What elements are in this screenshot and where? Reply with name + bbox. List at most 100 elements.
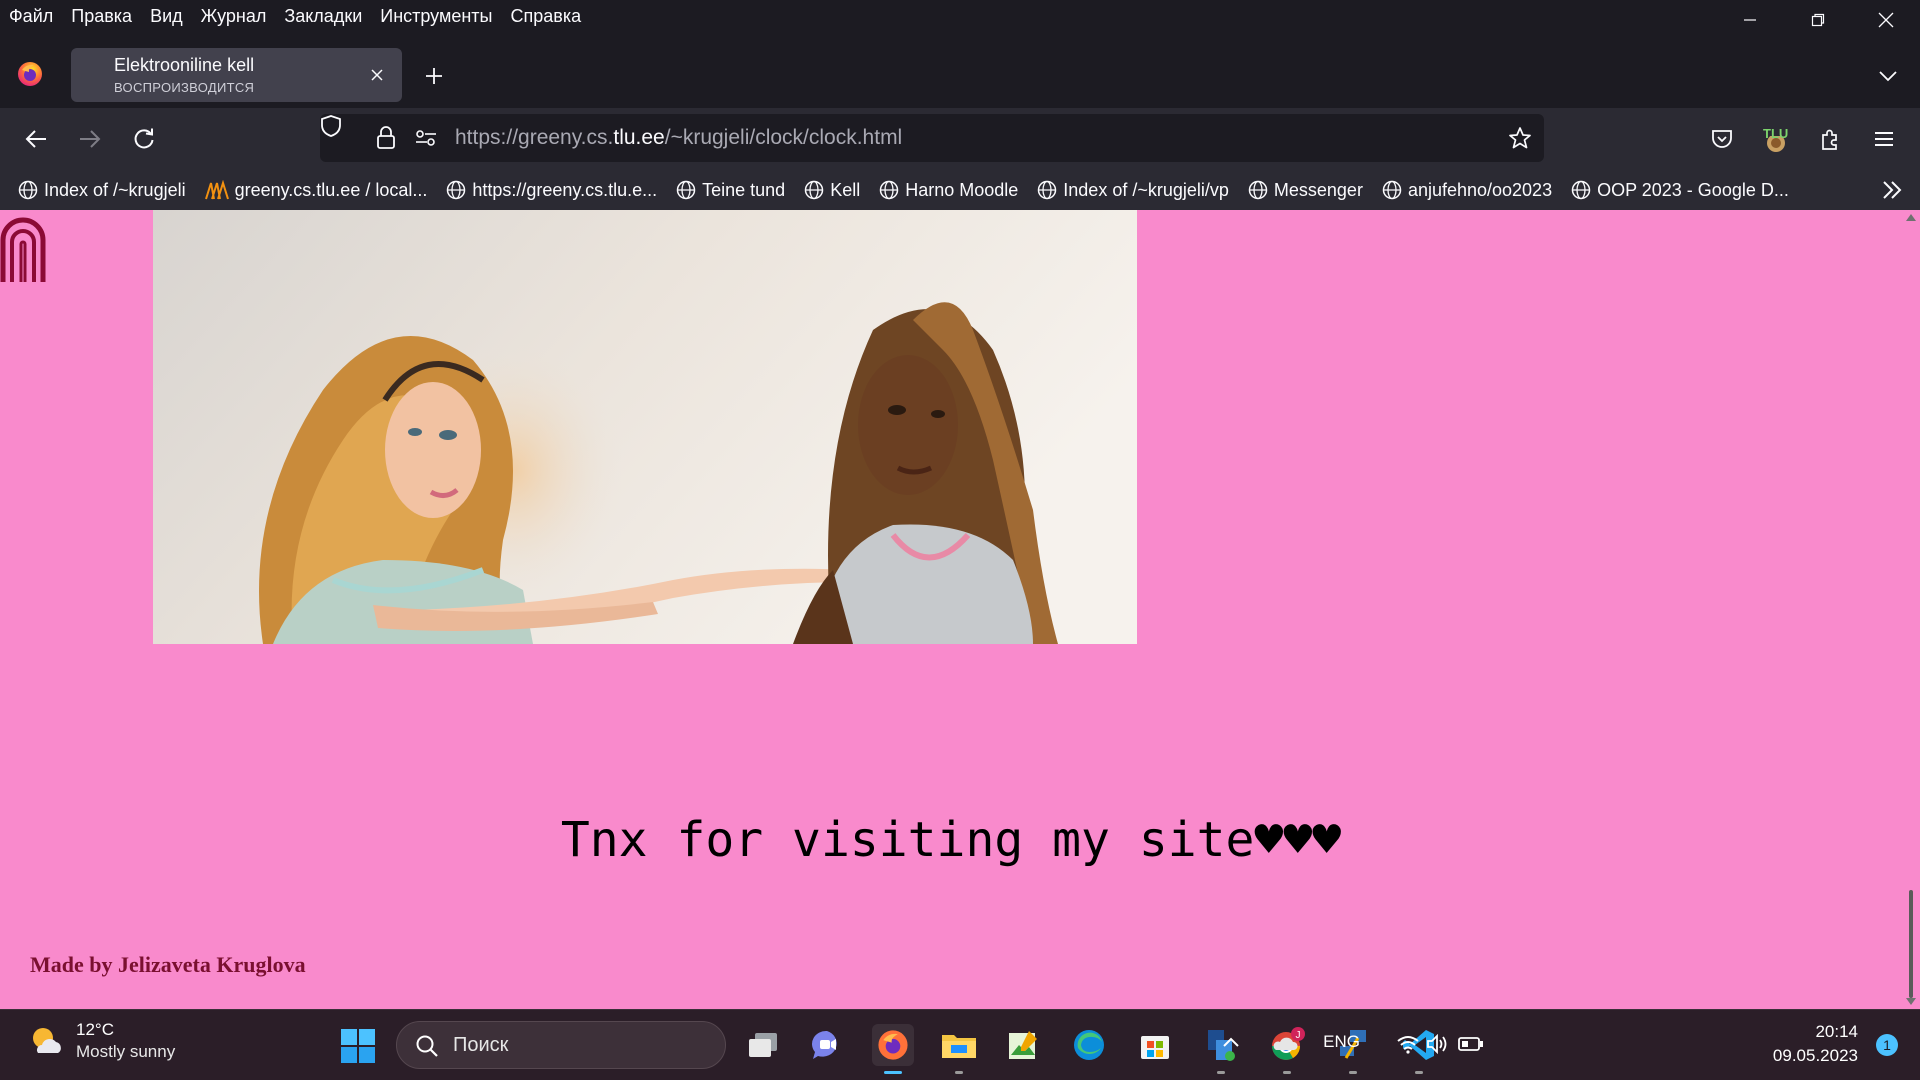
pocket-button[interactable] — [1703, 120, 1741, 158]
scroll-down-arrow[interactable] — [1906, 998, 1916, 1005]
tab-elektrooniline-kell[interactable]: Elektrooniline kell ВОСПРОИЗВОДИТСЯ — [71, 48, 402, 102]
menu-file[interactable]: Файл — [0, 0, 62, 32]
pocket-icon — [1712, 130, 1732, 148]
globe-icon — [18, 180, 38, 200]
globe-icon — [1038, 180, 1057, 200]
chat-icon — [812, 1030, 837, 1059]
lock-icon — [377, 126, 395, 149]
firefox-taskbar-button[interactable] — [872, 1024, 914, 1074]
chevrons-right-icon[interactable] — [1880, 178, 1904, 202]
windows-start-icon[interactable] — [340, 1028, 376, 1064]
bookmark-item[interactable]: Index of /~krugjeli — [18, 180, 186, 201]
tlu-logo-icon[interactable] — [0, 212, 46, 284]
bookmark-item[interactable]: Harno Moodle — [879, 180, 1018, 201]
forward-button[interactable] — [71, 120, 109, 158]
menu-tools[interactable]: Инструменты — [371, 0, 501, 32]
globe-icon — [1248, 180, 1268, 200]
chevron-down-icon — [1879, 71, 1897, 82]
scroll-thumb[interactable] — [1909, 890, 1913, 998]
onedrive-cloud-icon[interactable] — [1272, 1034, 1298, 1052]
web-page: Tnx for visiting my site♥♥♥ Made by Jeli… — [0, 210, 1902, 1009]
volume-icon[interactable] — [1426, 1034, 1450, 1054]
menu-edit[interactable]: Правка — [62, 0, 141, 32]
tab-close-button[interactable] — [366, 64, 388, 86]
bookmark-item[interactable]: anjufehno/oo2023 — [1382, 180, 1552, 201]
phpmyadmin-icon — [204, 180, 229, 200]
bookmark-label: greeny.cs.tlu.ee / local... — [234, 179, 428, 200]
wifi-icon[interactable] — [1396, 1034, 1420, 1054]
globe-icon — [1382, 180, 1402, 200]
running-indicator — [1283, 1071, 1291, 1074]
battery-icon[interactable] — [1458, 1036, 1484, 1052]
extensions-button[interactable] — [1811, 120, 1849, 158]
taskbar-clock[interactable]: 20:14 09.05.2023 — [1773, 1022, 1858, 1066]
bookmark-item[interactable]: https://greeny.cs.tlu.e... — [446, 180, 657, 201]
search-placeholder: Поиск — [453, 1034, 509, 1056]
menu-bookmarks[interactable]: Закладки — [275, 0, 371, 32]
tab-title: Elektrooniline kell — [114, 55, 255, 75]
taskbar-search[interactable]: Поиск — [396, 1021, 726, 1069]
window-controls — [1716, 0, 1920, 40]
microsoft-store-button[interactable] — [1134, 1024, 1176, 1066]
menu-bar: Файл Правка Вид Журнал Закладки Инструме… — [0, 0, 1920, 32]
new-tab-button[interactable] — [418, 60, 450, 92]
restore-button[interactable] — [1784, 0, 1852, 40]
weather-condition: Mostly sunny — [76, 1042, 176, 1061]
image-editor-button[interactable] — [1002, 1024, 1044, 1066]
url-prefix: https://greeny.cs. — [455, 126, 614, 149]
site-security-button[interactable] — [374, 126, 398, 150]
tab-strip: Elektrooniline kell ВОСПРОИЗВОДИТСЯ — [0, 40, 1920, 108]
search-icon — [416, 1035, 438, 1057]
tlu-badge: TLU — [1763, 126, 1789, 141]
menu-view[interactable]: Вид — [141, 0, 192, 32]
firefox-icon[interactable] — [16, 60, 44, 88]
bookmark-item[interactable]: Teine tund — [676, 180, 785, 201]
shield-icon — [321, 115, 341, 137]
notification-badge[interactable]: 1 — [1876, 1034, 1898, 1056]
bookmark-star-button[interactable] — [1508, 126, 1532, 150]
chevron-up-icon[interactable] — [1222, 1034, 1240, 1052]
hearts-text: ♥♥♥ — [1254, 812, 1342, 868]
scroll-up-arrow[interactable] — [1906, 214, 1916, 221]
list-all-tabs-button[interactable] — [1872, 60, 1904, 92]
bookmark-item[interactable]: Index of /~krugjeli/vp — [1037, 180, 1229, 201]
bookmark-item[interactable]: Messenger — [1248, 180, 1363, 201]
globe-icon — [1571, 180, 1591, 200]
task-view-button[interactable] — [742, 1024, 784, 1066]
url-path: /~krugjeli/clock/clock.html — [664, 126, 903, 149]
edge-button[interactable] — [1068, 1024, 1110, 1066]
paint-icon — [1009, 1031, 1037, 1059]
profile-extension-button[interactable]: TLU — [1757, 120, 1795, 158]
app-menu-button[interactable] — [1865, 120, 1903, 158]
arrow-left-icon — [25, 130, 46, 148]
running-indicator — [1349, 1071, 1357, 1074]
bookmark-item[interactable]: greeny.cs.tlu.ee / local... — [204, 179, 428, 201]
bookmark-item[interactable]: Kell — [804, 180, 860, 201]
reload-icon — [134, 128, 154, 149]
minimize-button[interactable] — [1716, 0, 1784, 40]
star-icon — [1509, 127, 1531, 149]
reload-button[interactable] — [125, 120, 163, 158]
back-button[interactable] — [17, 120, 55, 158]
language-indicator[interactable]: ENG — [1323, 1032, 1360, 1052]
clock-date: 09.05.2023 — [1772, 1046, 1858, 1065]
page-scrollbar[interactable] — [1902, 210, 1920, 1009]
url-text[interactable]: https://greeny.cs.tlu.ee/~krugjeli/clock… — [455, 126, 902, 150]
permissions-button[interactable] — [414, 126, 438, 150]
firefox-icon — [878, 1030, 908, 1060]
menu-history[interactable]: Журнал — [192, 0, 276, 32]
globe-icon — [879, 180, 899, 200]
url-bar[interactable]: https://greeny.cs.tlu.ee/~krugjeli/clock… — [320, 114, 1544, 162]
sliders-icon — [416, 130, 436, 146]
sun-cloud-icon — [33, 1028, 61, 1053]
bookmark-label: OOP 2023 - Google D... — [1597, 179, 1789, 200]
bookmark-item[interactable]: OOP 2023 - Google D... — [1571, 180, 1789, 201]
bookmark-label: anjufehno/oo2023 — [1407, 179, 1553, 200]
arrow-right-icon — [80, 130, 101, 148]
file-explorer-button[interactable] — [938, 1024, 980, 1074]
teams-chat-button[interactable] — [806, 1024, 848, 1066]
close-window-button[interactable] — [1852, 0, 1920, 40]
globe-icon — [447, 180, 466, 200]
weather-widget[interactable]: 12°C Mostly sunny — [28, 1020, 175, 1062]
menu-help[interactable]: Справка — [502, 0, 591, 32]
